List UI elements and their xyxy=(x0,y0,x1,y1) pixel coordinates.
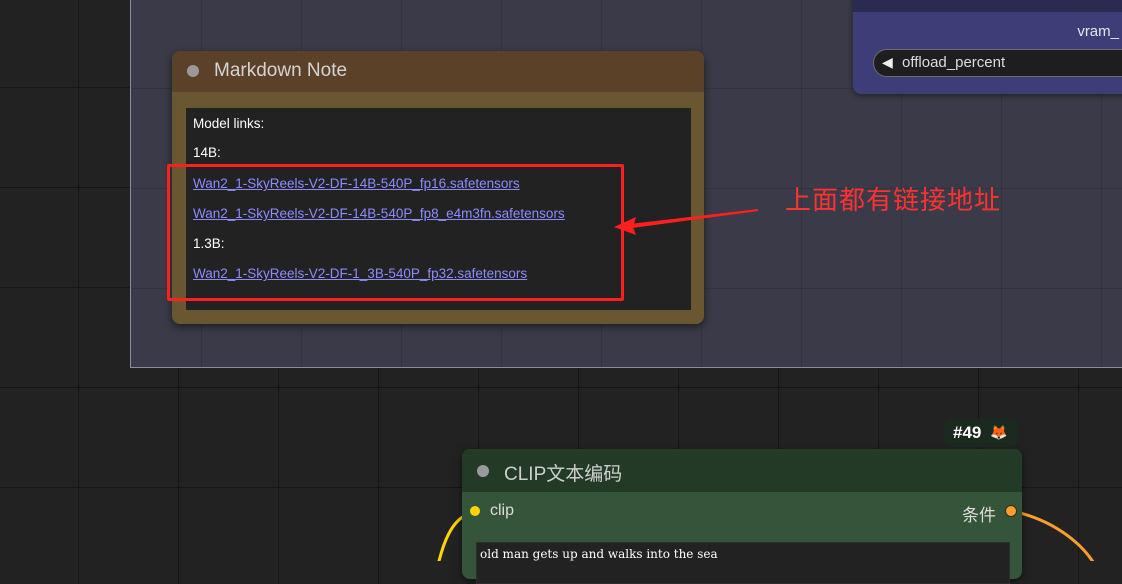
clip-input-slot[interactable] xyxy=(470,506,480,516)
left-triangle-icon[interactable]: ◀ xyxy=(882,54,893,71)
conditioning-output-label: 条件 xyxy=(962,506,996,525)
clip-text-encode-node[interactable]: CLIP文本编码 clip 条件 old man gets up and wal… xyxy=(462,449,1022,584)
section-label-14b: 14B: xyxy=(193,145,221,160)
conditioning-output-slot[interactable] xyxy=(1006,506,1016,516)
clip-input-label: clip xyxy=(490,502,515,519)
annotation-highlight-box xyxy=(167,164,624,301)
node-title: CLIP文本编码 xyxy=(504,464,623,485)
annotation-arrow-icon xyxy=(614,209,758,235)
node-id-badge: #49 🦊 xyxy=(944,419,1018,447)
markdown-note-header[interactable]: Markdown Note xyxy=(172,51,704,92)
offload-percent-widget[interactable]: ◀ offload_percent xyxy=(873,49,1122,77)
node-id: #49 xyxy=(953,423,982,442)
vram-node-header[interactable] xyxy=(853,0,1122,12)
clip-node-header[interactable]: CLIP文本编码 xyxy=(462,449,1022,492)
offload-percent-label: offload_percent xyxy=(902,54,1006,71)
vram-node[interactable]: vram_ ◀ offload_percent xyxy=(853,0,1122,94)
model-links-heading: Model links: xyxy=(193,116,265,131)
prompt-text: old man gets up and walks into the sea xyxy=(480,547,718,561)
collapse-dot-icon[interactable] xyxy=(187,65,199,77)
fox-icon: 🦊 xyxy=(990,424,1008,440)
annotation-text: 上面都有链接地址 xyxy=(785,186,1002,216)
node-title: Markdown Note xyxy=(214,60,348,81)
vram-widget-label: vram_ xyxy=(1077,23,1119,40)
prompt-textarea[interactable]: old man gets up and walks into the sea xyxy=(476,542,1010,584)
collapse-dot-icon[interactable] xyxy=(477,465,489,477)
